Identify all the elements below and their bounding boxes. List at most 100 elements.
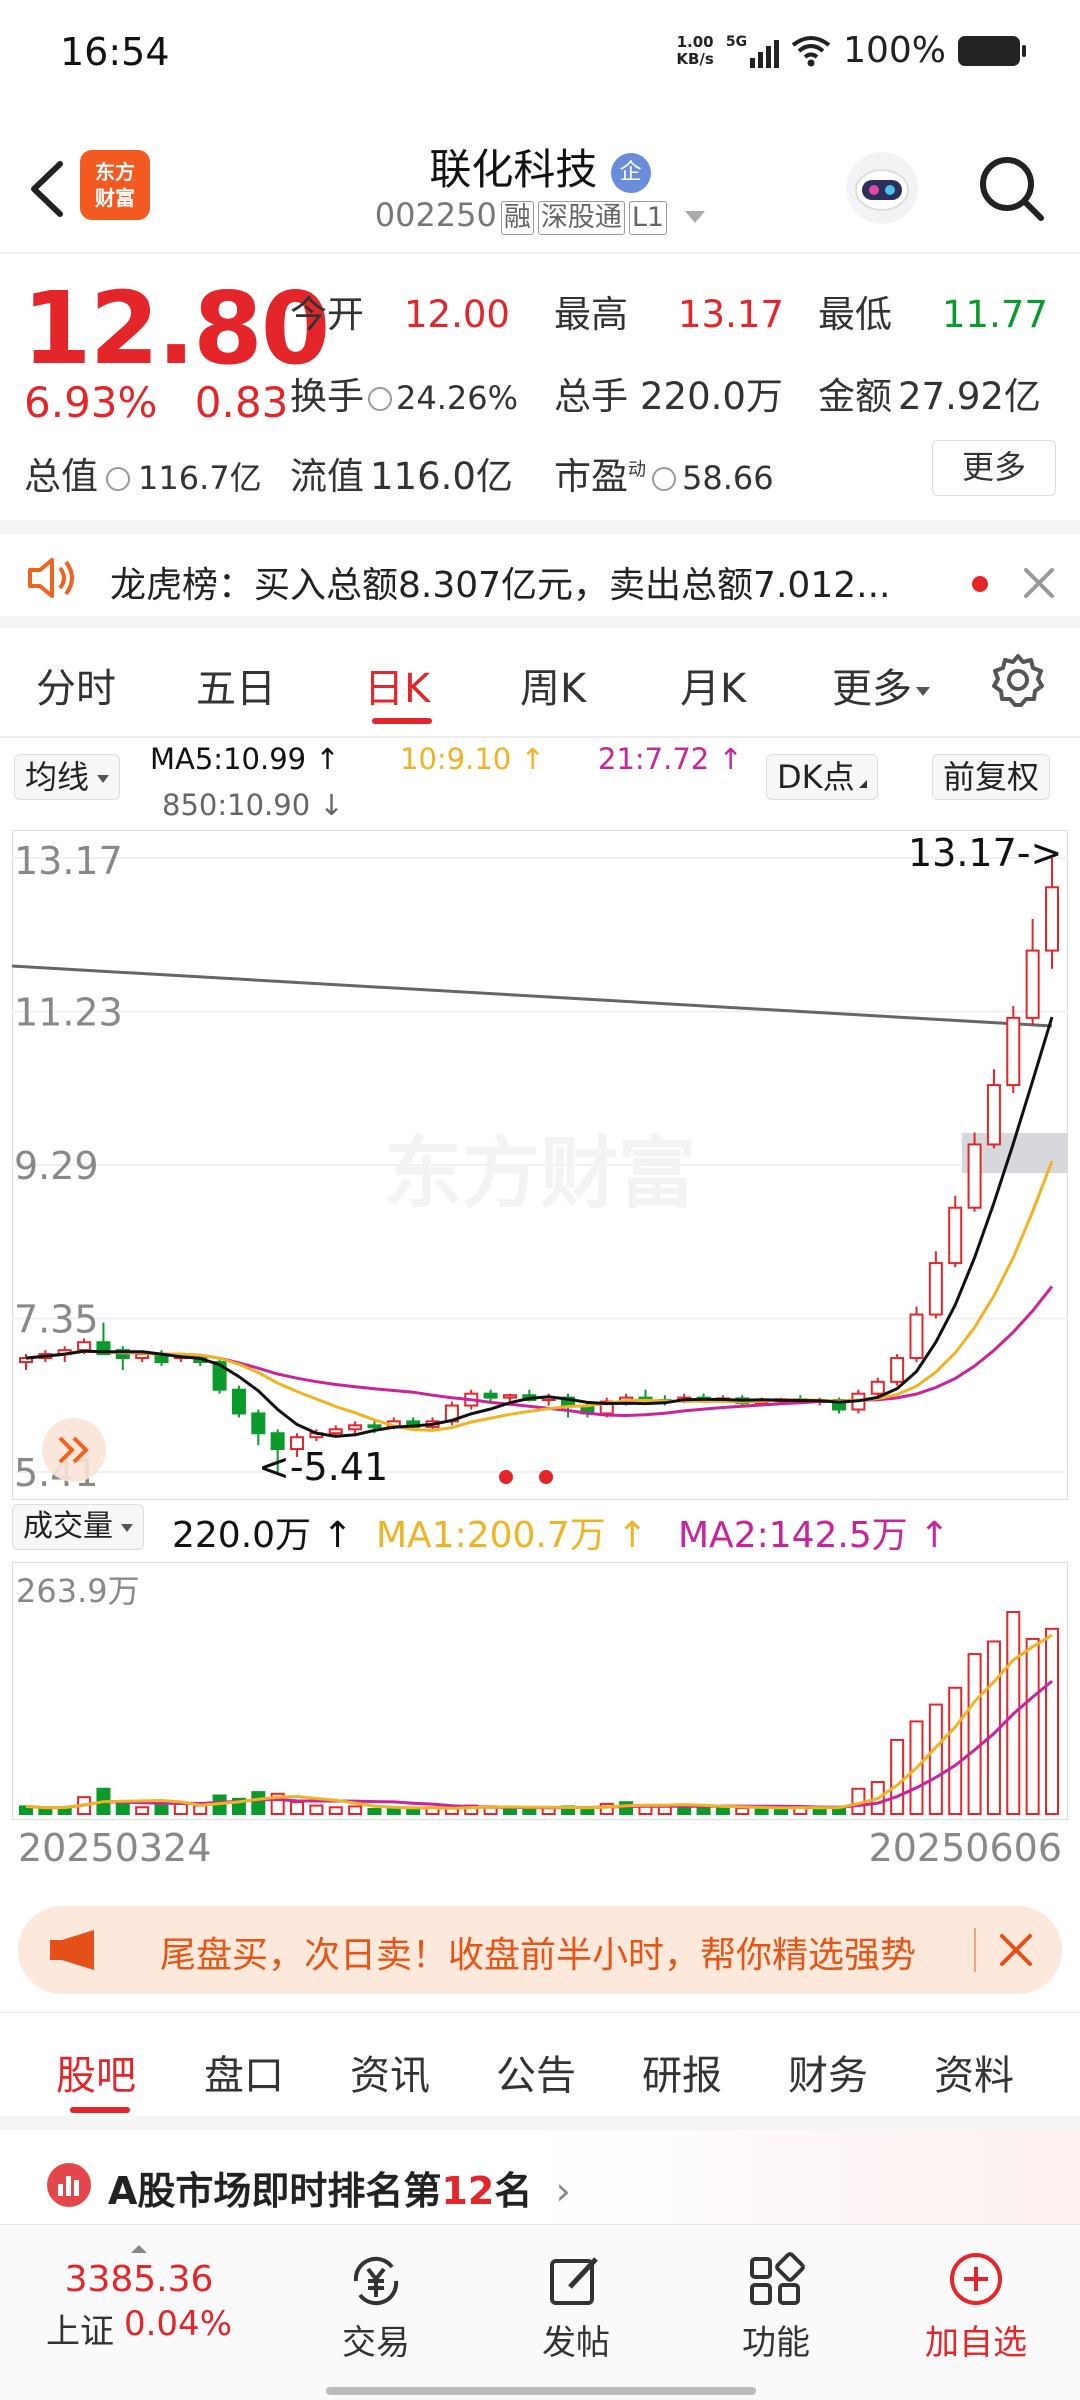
- bottom-nav: 3385.36 上证 0.04% 交易 发帖 功能 加自选: [0, 2224, 1080, 2400]
- home-indicator: [326, 2387, 756, 2395]
- enterprise-badge: 企: [610, 152, 651, 193]
- change-amount: 0.83: [194, 378, 289, 427]
- tab-more[interactable]: 更多: [832, 656, 930, 714]
- rank-text: A股市场即时排名第12名 ›: [108, 2169, 571, 2213]
- adjust-button[interactable]: 前复权: [932, 754, 1051, 800]
- signal-dot: [499, 1470, 513, 1484]
- candle-up: [1006, 1016, 1021, 1087]
- volume-header: 成交量 220.0万 ↑ MA1:200.7万 ↑ MA2:142.5万 ↑: [0, 1500, 1080, 1560]
- promo-text: 尾盘买，次日卖！收盘前半小时，帮你精选强势: [160, 1935, 917, 1976]
- ma21-value: 21:7.72 ↑: [598, 742, 743, 776]
- amount-stat: 金额 27.92亿: [818, 375, 1041, 418]
- notice-bar[interactable]: 龙虎榜：买入总额8.307亿元，卖出总额7.012...: [0, 520, 1080, 628]
- candle-down: [231, 1388, 246, 1415]
- volume-bar: [1025, 1637, 1040, 1815]
- dropdown-triangle-icon: [685, 211, 706, 223]
- volume-bar: [928, 1703, 943, 1815]
- end-date: 20250606: [868, 1826, 1062, 1870]
- kline-chart[interactable]: 东方财富 13.1711.239.297.355.41 13.17-> <-5.…: [12, 830, 1068, 1500]
- dropdown-triangle-icon: [916, 686, 930, 696]
- more-stats-button[interactable]: 更多: [932, 440, 1056, 496]
- volume-ma2: MA2:142.5万 ↑: [678, 1515, 950, 1556]
- market-rank-bar[interactable]: A股市场即时排名第12名 ›: [0, 2116, 1080, 2224]
- functions-grid-icon: [750, 2252, 805, 2305]
- volume-value: 220.0万 ↑: [172, 1515, 353, 1556]
- volume-ma1: MA1:200.7万 ↑: [376, 1515, 648, 1556]
- ma-selector[interactable]: 均线: [14, 754, 121, 800]
- wifi-icon: [791, 35, 831, 66]
- volume-selector[interactable]: 成交量: [12, 1504, 144, 1550]
- megaphone-icon: [50, 1930, 94, 1970]
- settings-gear-icon[interactable]: [990, 652, 1046, 708]
- candle-down: [483, 1392, 498, 1399]
- tab-forum[interactable]: 股吧: [56, 2043, 136, 2101]
- signal-dot: [539, 1470, 553, 1484]
- signal-icon: 5G: [726, 34, 780, 68]
- open-stat: 今开 12.00: [290, 293, 510, 336]
- nav-post[interactable]: 发帖: [486, 2251, 666, 2364]
- nav-functions[interactable]: 功能: [686, 2251, 866, 2364]
- y-axis-label: 11.23: [14, 991, 123, 1035]
- volume-bar: [754, 1807, 769, 1815]
- tab-announcements[interactable]: 公告: [496, 2043, 576, 2101]
- candle-down: [251, 1412, 266, 1435]
- index-ticker[interactable]: 3385.36 上证 0.04%: [46, 2245, 232, 2353]
- close-icon[interactable]: [1022, 566, 1056, 600]
- tab-weekly-k[interactable]: 周K: [520, 656, 586, 714]
- volume-bar: [967, 1653, 982, 1816]
- chart-watermark: 东方财富: [384, 1129, 696, 1219]
- tag-connect: 深股通: [537, 201, 625, 235]
- candle-up: [328, 1428, 343, 1435]
- dropdown-triangle-icon: [121, 1523, 133, 1532]
- volume-bar: [1044, 1627, 1060, 1816]
- post-edit-icon: [550, 2257, 598, 2305]
- turnover-stat: 换手 24.26%: [290, 375, 519, 418]
- high-stat: 最高 13.17: [554, 293, 784, 336]
- nav-add-watchlist[interactable]: 加自选: [886, 2251, 1066, 2364]
- change-row: 6.93% 0.83: [24, 378, 288, 427]
- volume-bar: [193, 1804, 208, 1815]
- change-percent: 6.93%: [24, 378, 158, 427]
- volume-bar: [135, 1806, 150, 1815]
- tab-financials[interactable]: 财务: [788, 2043, 868, 2101]
- volume-bar: [115, 1802, 130, 1815]
- float-cap-stat: 流值 116.0亿: [290, 455, 513, 498]
- tab-order-book[interactable]: 盘口: [204, 2043, 284, 2101]
- info-icon: [368, 386, 392, 411]
- candle-up: [967, 1143, 982, 1209]
- volume-bar: [715, 1807, 730, 1816]
- promo-banner[interactable]: 尾盘买，次日卖！收盘前半小时，帮你精选强势: [18, 1906, 1062, 1994]
- tab-monthly-k[interactable]: 月K: [680, 656, 746, 714]
- volume-bar: [948, 1686, 963, 1815]
- volume-bar: [290, 1801, 305, 1815]
- volume-bar: [386, 1807, 401, 1816]
- robot-assistant-icon[interactable]: [840, 146, 924, 230]
- last-price: 12.80: [22, 270, 330, 387]
- tag-level: L1: [628, 201, 668, 235]
- volume-bar: [348, 1805, 363, 1816]
- status-icons: 1.00 KB/s 5G 100%: [676, 30, 1026, 71]
- tab-research[interactable]: 研报: [642, 2043, 722, 2101]
- tab-intraday[interactable]: 分时: [36, 656, 116, 714]
- tab-five-day[interactable]: 五日: [196, 656, 276, 714]
- tag-margin: 融: [500, 201, 534, 235]
- tab-news[interactable]: 资讯: [350, 2043, 430, 2101]
- tab-profile[interactable]: 资料: [934, 2043, 1014, 2101]
- y-axis-label: 9.29: [14, 1144, 99, 1188]
- candle-up: [1025, 949, 1040, 1019]
- dk-point-button[interactable]: DK点: [766, 754, 878, 800]
- volume-bar: [406, 1807, 421, 1815]
- search-icon[interactable]: [975, 152, 1047, 224]
- dropdown-triangle-icon: [97, 775, 110, 783]
- tab-daily-k[interactable]: 日K: [364, 656, 430, 714]
- nav-trade[interactable]: 交易: [286, 2251, 466, 2364]
- ranking-chart-icon: [47, 2163, 91, 2207]
- candle-up: [948, 1206, 963, 1265]
- index-name: 上证: [46, 2312, 114, 2352]
- volume-bar: [522, 1807, 537, 1815]
- y-axis-label: 7.35: [14, 1298, 99, 1342]
- y-axis-label: 13.17: [14, 839, 123, 883]
- close-icon[interactable]: [998, 1932, 1034, 1968]
- volume-chart[interactable]: 263.9万: [12, 1562, 1068, 1820]
- battery-icon: [958, 35, 1026, 66]
